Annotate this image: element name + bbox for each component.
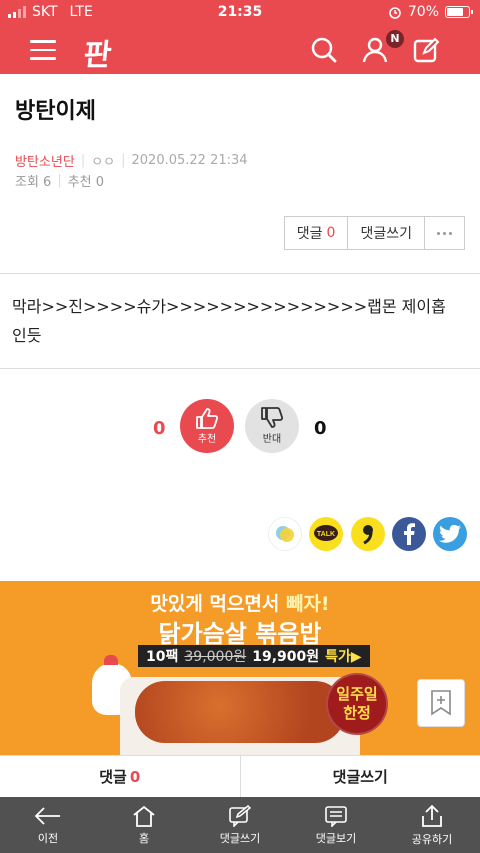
ad-new-price: 19,900원 bbox=[252, 649, 320, 665]
view-count: 조회 6 bbox=[15, 175, 52, 190]
share-kakaostory-button[interactable] bbox=[268, 517, 302, 551]
bookmark-add-icon bbox=[431, 690, 451, 716]
content-line: 막라>>진>>>>슈가>>>>>>>>>>>>>>>랩몬 제이홉 bbox=[12, 297, 446, 316]
write-comment-icon bbox=[229, 804, 252, 827]
post-datetime: 2020.05.22 21:34 bbox=[131, 153, 248, 168]
like-count: 0 bbox=[153, 418, 166, 439]
view-comments-icon bbox=[325, 805, 347, 827]
comment-button-group: 댓글 0 댓글쓰기 bbox=[283, 216, 465, 250]
home-icon bbox=[133, 805, 155, 827]
share-icon bbox=[422, 804, 442, 827]
tab-write-comment[interactable]: 댓글쓰기 bbox=[192, 797, 288, 853]
comma-icon bbox=[363, 525, 373, 545]
twitter-icon bbox=[439, 525, 461, 543]
more-options-button[interactable] bbox=[425, 217, 464, 249]
share-kakaotalk-button[interactable]: TALK bbox=[309, 517, 343, 551]
recommend-count: 추천 0 bbox=[67, 175, 105, 190]
tab-view-comments[interactable]: 댓글보기 bbox=[288, 797, 384, 853]
bottom-write-comment-button[interactable]: 댓글쓰기 bbox=[241, 756, 480, 797]
dislike-button[interactable]: 반대 bbox=[245, 399, 299, 453]
board-link[interactable]: 방탄소년단 bbox=[15, 151, 75, 170]
menu-icon[interactable] bbox=[30, 40, 56, 60]
post-meta: 방탄소년단 | ㅇㅇ | 2020.05.22 21:34 bbox=[15, 151, 248, 170]
status-bar: SKT LTE 21:35 70% bbox=[0, 0, 480, 26]
share-twitter-button[interactable] bbox=[433, 517, 467, 551]
comments-button[interactable]: 댓글 0 bbox=[285, 217, 349, 249]
post-content: 막라>>진>>>>슈가>>>>>>>>>>>>>>>랩몬 제이홉 인듯 bbox=[12, 292, 452, 350]
tab-label: 홈 bbox=[138, 831, 150, 845]
thumbs-down-icon bbox=[261, 407, 284, 428]
battery-percent: 70% bbox=[407, 4, 439, 20]
ad-price-strip: 10팩 39,000원 19,900원 특가▶ bbox=[138, 645, 370, 667]
tab-label: 이전 bbox=[37, 831, 59, 845]
post-stats: 조회 6 | 추천 0 bbox=[15, 173, 105, 190]
more-icon bbox=[437, 231, 452, 235]
comment-bar: 댓글 0 댓글쓰기 bbox=[0, 755, 480, 797]
bottom-comments-label: 댓글 bbox=[99, 768, 127, 786]
ad-badge-line1: 일주일 bbox=[336, 685, 378, 703]
tab-label: 댓글쓰기 bbox=[219, 831, 261, 845]
kakaotalk-icon: TALK bbox=[314, 525, 338, 541]
ad-headline-b: 빼자! bbox=[285, 593, 330, 615]
fried-rice-image bbox=[135, 681, 345, 743]
kakaostory-icon bbox=[276, 526, 294, 542]
bookmark-button[interactable] bbox=[417, 679, 465, 727]
post-title: 방탄이제 bbox=[15, 99, 96, 124]
divider bbox=[0, 273, 480, 274]
ad-headline: 맛있게 먹으면서 빼자! bbox=[0, 589, 480, 616]
bottom-comments-count: 0 bbox=[129, 767, 141, 786]
tab-share[interactable]: 공유하기 bbox=[384, 797, 480, 853]
like-button[interactable]: 추천 bbox=[180, 399, 234, 453]
battery-icon bbox=[445, 6, 473, 18]
tab-back[interactable]: 이전 bbox=[0, 797, 96, 853]
ad-special: 특가▶ bbox=[325, 649, 362, 665]
comments-label: 댓글 bbox=[296, 226, 323, 242]
dislike-label: 반대 bbox=[262, 434, 282, 445]
notification-badge: N bbox=[386, 30, 404, 48]
tab-home[interactable]: 홈 bbox=[96, 797, 192, 853]
edit-icon[interactable] bbox=[412, 36, 440, 64]
post-author: ㅇㅇ bbox=[91, 155, 116, 170]
pann-logo[interactable]: 판 bbox=[82, 30, 113, 74]
bottom-comments-button[interactable]: 댓글 0 bbox=[0, 756, 241, 797]
tab-label: 공유하기 bbox=[411, 832, 453, 846]
divider bbox=[0, 368, 480, 369]
write-comment-button[interactable]: 댓글쓰기 bbox=[348, 217, 425, 249]
dislike-count: 0 bbox=[314, 418, 327, 439]
like-label: 추천 bbox=[197, 434, 217, 445]
thumbs-up-icon bbox=[196, 408, 219, 429]
share-facebook-button[interactable] bbox=[392, 517, 426, 551]
bottom-tab-bar: 이전 홈 댓글쓰기 댓글보기 공유하기 bbox=[0, 797, 480, 853]
tab-label: 댓글보기 bbox=[315, 831, 357, 845]
svg-text:TALK: TALK bbox=[317, 531, 335, 538]
comments-count: 0 bbox=[326, 225, 336, 241]
ad-pack: 10팩 bbox=[146, 649, 179, 665]
share-kakao-comma-button[interactable] bbox=[351, 517, 385, 551]
ad-product-name: 닭가슴살 볶음밥 bbox=[158, 620, 322, 648]
ad-badge-line2: 한정 bbox=[343, 704, 371, 722]
ad-limited-badge: 일주일 한정 bbox=[326, 673, 388, 735]
search-icon[interactable] bbox=[310, 36, 338, 64]
ad-headline-a: 맛있게 먹으면서 bbox=[150, 593, 286, 615]
app-header: 판 N bbox=[0, 26, 480, 74]
ad-old-price: 39,000원 bbox=[184, 649, 247, 665]
status-right: 70% bbox=[388, 4, 473, 20]
user-icon[interactable] bbox=[361, 36, 389, 64]
ad-banner[interactable]: 맛있게 먹으면서 빼자! 닭가슴살 볶음밥 10팩 39,000원 19,900… bbox=[0, 581, 480, 755]
content-line: 인듯 bbox=[12, 326, 42, 345]
alarm-icon bbox=[389, 7, 401, 19]
facebook-icon bbox=[404, 523, 415, 545]
back-arrow-icon bbox=[34, 806, 60, 825]
